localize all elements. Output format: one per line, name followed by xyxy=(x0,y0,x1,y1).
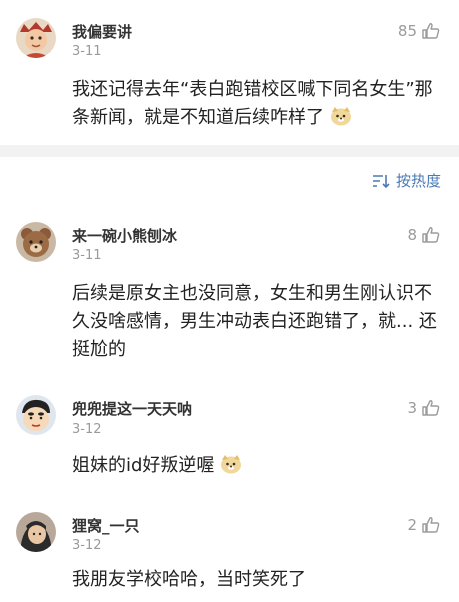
avatar-image-icon xyxy=(16,18,56,58)
like-button[interactable]: 3 xyxy=(407,398,441,418)
comment-username[interactable]: 来一碗小熊刨冰 xyxy=(72,225,177,246)
comment-username[interactable]: 我偏要讲 xyxy=(72,21,132,42)
like-count: 3 xyxy=(407,399,417,417)
section-divider xyxy=(0,145,459,157)
avatar-image-icon xyxy=(16,395,56,435)
thumb-up-icon[interactable] xyxy=(421,225,441,245)
sort-button[interactable]: 按热度 xyxy=(372,170,441,191)
like-button[interactable]: 2 xyxy=(407,515,441,535)
comment-body: 姐妹的id好叛逆喔 xyxy=(72,455,215,476)
comment-username[interactable]: 狸窝_一只 xyxy=(72,515,140,536)
like-count: 85 xyxy=(397,22,417,40)
like-button[interactable]: 85 xyxy=(398,21,441,41)
avatar[interactable] xyxy=(16,18,56,58)
avatar[interactable] xyxy=(16,395,56,435)
comment-text: 后续是原女主也没同意，女生和男生刚认识不久没啥感情，男生冲动表白还跑错了，就..… xyxy=(72,280,441,364)
avatar-image-icon xyxy=(16,512,56,552)
sort-label: 按热度 xyxy=(395,172,441,190)
thumb-up-icon[interactable] xyxy=(421,398,441,418)
comment-date: 3-12 xyxy=(72,538,102,553)
doge-emoji-icon xyxy=(330,107,351,126)
like-button[interactable]: 8 xyxy=(407,225,441,245)
comment-text: 姐妹的id好叛逆喔 xyxy=(72,452,441,480)
comment-date: 3-11 xyxy=(72,248,102,263)
like-count: 8 xyxy=(407,226,417,244)
comment-date: 3-12 xyxy=(72,422,102,437)
comment-body: 后续是原女主也没同意，女生和男生刚认识不久没啥感情，男生冲动表白还跑错了，就..… xyxy=(72,283,437,360)
avatar[interactable] xyxy=(16,222,56,262)
avatar[interactable] xyxy=(16,512,56,552)
like-count: 2 xyxy=(407,516,417,534)
comment-username[interactable]: 兜兜提这一天天呐 xyxy=(72,398,192,419)
thumb-up-icon[interactable] xyxy=(421,21,441,41)
comment-body: 我朋友学校哈哈，当时笑死了 xyxy=(72,569,306,590)
sort-icon xyxy=(372,173,390,189)
thumb-up-icon[interactable] xyxy=(421,515,441,535)
comment-date: 3-11 xyxy=(72,44,102,59)
comment-text: 我还记得去年“表白跑错校区喊下同名女生”那条新闻，就是不知道后续咋样了 xyxy=(72,76,441,132)
comment-body: 我还记得去年“表白跑错校区喊下同名女生”那条新闻，就是不知道后续咋样了 xyxy=(72,79,433,128)
avatar-image-icon xyxy=(16,222,56,262)
doge-emoji-icon xyxy=(221,455,242,474)
comment-text: 我朋友学校哈哈，当时笑死了 xyxy=(72,566,441,594)
